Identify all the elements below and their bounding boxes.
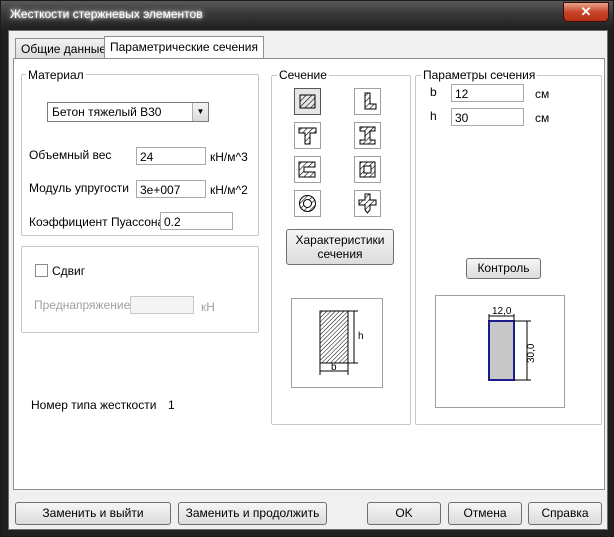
close-button[interactable]: ✕ [563, 2, 609, 22]
poisson-label: Коэффициент Пуассона [29, 215, 165, 229]
section-properties-button[interactable]: Характеристики сечения [286, 229, 394, 265]
ok-button[interactable]: OK [367, 502, 441, 525]
param-h-field[interactable]: 30 [451, 108, 524, 126]
section-preview: h b [291, 298, 383, 388]
shear-label: Сдвиг [52, 264, 86, 278]
box-section-icon[interactable] [354, 156, 381, 183]
stiffness-type-value: 1 [168, 398, 175, 412]
preview-h-label: h [358, 331, 364, 342]
i-beam-section-icon[interactable] [354, 122, 381, 149]
dialog-window: Жесткости стержневых элементов ✕ Общие д… [0, 0, 614, 537]
angle-section-icon[interactable] [354, 88, 381, 115]
weight-unit: кН/м^3 [210, 150, 248, 164]
window-title: Жесткости стержневых элементов [10, 7, 203, 21]
cross-section-icon[interactable] [354, 190, 381, 217]
ring-section-icon[interactable] [294, 190, 321, 217]
dim-height-label: 30,0 [526, 343, 537, 363]
material-select-value: Бетон тяжелый B30 [52, 105, 162, 119]
channel-section-icon[interactable] [294, 156, 321, 183]
control-button[interactable]: Контроль [466, 258, 541, 279]
param-h-label: h [430, 109, 437, 123]
weight-field[interactable]: 24 [136, 147, 206, 165]
stiffness-type-label: Номер типа жесткости [31, 398, 157, 412]
tab-parametric-sections[interactable]: Параметрические сечения [104, 36, 264, 59]
weight-label: Объемный вес [29, 148, 112, 162]
tab-general-data[interactable]: Общие данные [15, 38, 113, 59]
shear-checkbox[interactable] [35, 264, 48, 277]
param-b-field[interactable]: 12 [451, 84, 524, 102]
chevron-down-icon[interactable]: ▼ [192, 103, 208, 121]
param-b-unit: см [535, 87, 550, 101]
dialog-client-area: Общие данные Параметрические сечения Мат… [8, 30, 608, 530]
params-preview: 12,0 30,0 [435, 295, 565, 408]
param-h-unit: см [535, 111, 550, 125]
rectangle-section-icon[interactable] [294, 88, 321, 115]
help-button[interactable]: Справка [528, 502, 602, 525]
section-group-label: Сечение [277, 68, 329, 82]
modulus-label: Модуль упругости [29, 181, 129, 195]
tab-panel: Материал Бетон тяжелый B30 ▼ Объемный ве… [13, 58, 605, 490]
params-preview-drawing: 12,0 30,0 [488, 306, 537, 381]
shear-group [21, 246, 259, 333]
params-group-label: Параметры сечения [421, 68, 538, 82]
replace-continue-button[interactable]: Заменить и продолжить [178, 502, 327, 525]
prestress-unit: кН [201, 300, 215, 314]
section-preview-drawing: h b [319, 310, 364, 375]
material-select[interactable]: Бетон тяжелый B30 ▼ [47, 102, 209, 122]
cancel-button[interactable]: Отмена [448, 502, 522, 525]
poisson-field[interactable]: 0.2 [160, 212, 233, 230]
modulus-unit: кН/м^2 [210, 183, 248, 197]
replace-exit-button[interactable]: Заменить и выйти [15, 502, 171, 525]
param-b-label: b [430, 85, 437, 99]
dim-width-label: 12,0 [492, 306, 512, 317]
material-group-label: Материал [26, 68, 86, 82]
modulus-field[interactable]: 3e+007 [136, 180, 206, 198]
prestress-label: Преднапряжение [34, 298, 131, 312]
prestress-field[interactable] [130, 296, 194, 314]
tee-section-icon[interactable] [294, 122, 321, 149]
preview-b-label: b [331, 362, 337, 373]
